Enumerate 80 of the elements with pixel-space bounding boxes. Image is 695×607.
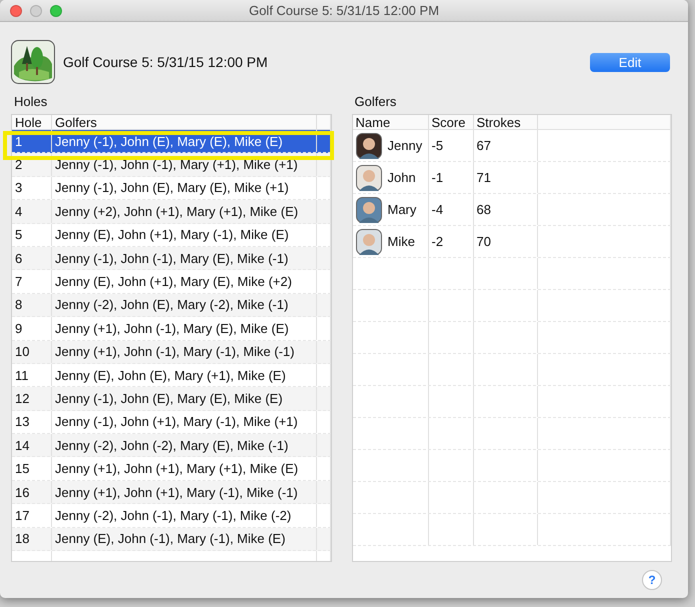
score-cell: -1 — [428, 162, 474, 193]
column-header[interactable]: Hole — [12, 115, 52, 129]
course-title: Golf Course 5: 5/31/15 12:00 PM — [63, 54, 269, 70]
golfers-cell: Jenny (-1), John (E), Mary (E), Mike (+1) — [52, 176, 317, 200]
golfer-name: Mike — [388, 234, 415, 249]
hole-row[interactable]: 14 Jenny (-2), John (-2), Mary (E), Mike (-1) — [12, 434, 330, 458]
golfers-cell: Jenny (E), John (E), Mary (+1), Mike (E) — [52, 364, 317, 386]
hole-row[interactable]: 11 Jenny (E), John (E), Mary (+1), Mike (E) — [12, 364, 330, 388]
hole-row[interactable]: 7 Jenny (E), John (+1), Mary (E), Mike (+2) — [12, 270, 330, 294]
hole-row[interactable]: 4 Jenny (+2), John (+1), Mary (+1), Mike (E) — [12, 200, 330, 224]
golfers-cell: Jenny (-1), John (E), Mary (E), Mike (E) — [52, 130, 317, 152]
hole-row[interactable]: 17 Jenny (-2), John (-1), Mary (-1), Mike (-2) — [12, 504, 330, 528]
golfers-cell: Jenny (+1), John (-1), Mary (E), Mike (E) — [52, 317, 317, 340]
hole-number: 8 — [12, 294, 52, 316]
golfers-cell: Jenny (-1), John (-1), Mary (E), Mike (-1) — [52, 246, 317, 270]
zoom-button[interactable] — [50, 5, 62, 17]
column-header[interactable]: Golfers — [52, 115, 317, 129]
hole-number: 17 — [12, 504, 52, 527]
hole-row[interactable]: 6 Jenny (-1), John (-1), Mary (E), Mike (-1) — [12, 246, 330, 270]
hole-row[interactable]: 13 Jenny (-1), John (+1), Mary (-1), Mike (+1) — [12, 410, 330, 434]
golfers-cell: Jenny (+1), John (+1), Mary (-1), Mike (-1) — [52, 480, 317, 504]
section-label: Holes — [13, 94, 48, 110]
golfer-row[interactable]: Mary -4 68 — [352, 194, 671, 226]
golfers-cell: Jenny (+1), John (-1), Mary (-1), Mike (-1) — [52, 340, 317, 363]
golfers-cell: Jenny (+2), John (+1), Mary (+1), Mike (E) — [52, 200, 317, 223]
hole-row[interactable]: 8 Jenny (-2), John (E), Mary (-2), Mike (-1) — [12, 294, 330, 318]
hole-number: 16 — [12, 480, 52, 504]
golfer-row[interactable]: Mike -2 70 — [352, 226, 671, 258]
column-header[interactable]: Strokes — [474, 115, 538, 129]
strokes-cell: 70 — [474, 226, 538, 257]
hole-number: 5 — [12, 224, 52, 246]
hole-number: 7 — [12, 270, 52, 293]
hole-row[interactable]: 5 Jenny (E), John (+1), Mary (-1), Mike (E) — [12, 224, 330, 247]
golfer-name: John — [388, 170, 416, 185]
column-header[interactable]: Score — [428, 115, 474, 129]
score-cell: -5 — [428, 130, 474, 161]
strokes-cell: 68 — [474, 194, 538, 225]
hole-row[interactable]: 9 Jenny (+1), John (-1), Mary (E), Mike (E) — [12, 317, 330, 341]
strokes-cell: 67 — [474, 130, 538, 161]
hole-number: 18 — [12, 528, 52, 550]
golfers-cell: Jenny (-2), John (-2), Mary (E), Mike (-1) — [52, 434, 317, 456]
hole-number: 13 — [12, 410, 52, 434]
hole-number: 4 — [12, 200, 52, 223]
hole-row[interactable]: 15 Jenny (+1), John (+1), Mary (+1), Mike (E) — [12, 457, 330, 481]
golfers-cell: Jenny (E), John (-1), Mary (-1), Mike (E) — [52, 528, 317, 550]
close-button[interactable] — [10, 5, 22, 17]
golfers-cell: Jenny (E), John (+1), Mary (E), Mike (+2) — [52, 270, 317, 293]
hole-number: 6 — [12, 246, 52, 270]
help-button[interactable]: ? — [642, 570, 662, 590]
column-header[interactable]: Name — [352, 115, 428, 129]
minimize-button[interactable] — [30, 5, 42, 17]
golfer-name: Jenny — [388, 138, 422, 153]
hole-row[interactable]: 3 Jenny (-1), John (E), Mary (E), Mike (+1) — [12, 176, 330, 200]
hole-row[interactable]: 10 Jenny (+1), John (-1), Mary (-1), Mike (-1) — [12, 340, 330, 364]
hole-number: 10 — [12, 340, 52, 363]
score-cell: -4 — [428, 194, 474, 225]
hole-number: 12 — [12, 387, 52, 410]
hole-row[interactable]: 18 Jenny (E), John (-1), Mary (-1), Mike (E) — [12, 528, 330, 552]
golfers-cell: Jenny (-1), John (E), Mary (E), Mike (E) — [52, 387, 317, 410]
section-label: Golfers — [354, 94, 398, 110]
hole-number: 14 — [12, 434, 52, 456]
golfers-cell: Jenny (-1), John (+1), Mary (-1), Mike (+1) — [52, 410, 317, 434]
golfers-cell: Jenny (E), John (+1), Mary (-1), Mike (E) — [52, 224, 317, 246]
trees-icon — [11, 40, 55, 84]
hole-number: 11 — [12, 364, 52, 386]
golfers-cell: Jenny (-2), John (E), Mary (-2), Mike (-1) — [52, 294, 317, 316]
hole-row[interactable]: 12 Jenny (-1), John (E), Mary (E), Mike (E) — [12, 387, 330, 411]
golfers-cell: Jenny (-2), John (-1), Mary (-1), Mike (-2) — [52, 504, 317, 527]
score-cell: -2 — [428, 226, 474, 257]
golfer-row[interactable]: Jenny -5 67 — [352, 130, 671, 162]
hole-number: 3 — [12, 176, 52, 200]
golfer-name: Mary — [388, 202, 416, 217]
strokes-cell: 71 — [474, 162, 538, 193]
hole-row[interactable]: 16 Jenny (+1), John (+1), Mary (-1), Mike (-1) — [12, 480, 330, 504]
hole-number: 1 — [12, 130, 52, 152]
hole-number: 15 — [12, 457, 52, 480]
golfer-row[interactable]: John -1 71 — [352, 162, 671, 194]
golfers-cell: Jenny (+1), John (+1), Mary (+1), Mike (E) — [52, 457, 317, 480]
hole-number: 9 — [12, 317, 52, 340]
window-title: Golf Course 5: 5/31/15 12:00 PM — [248, 3, 440, 18]
